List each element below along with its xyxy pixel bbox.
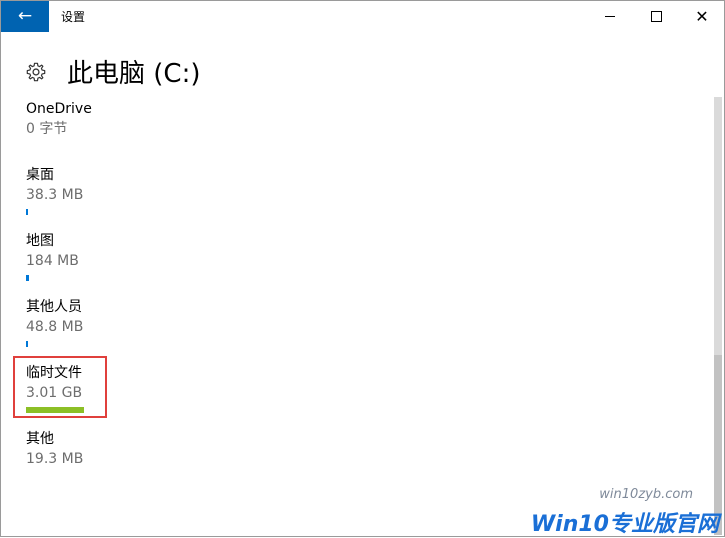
back-arrow-icon: ← bbox=[17, 6, 33, 26]
title-bar: ← 设置 ✕ bbox=[1, 1, 724, 32]
item-size: 38.3 MB bbox=[26, 187, 84, 203]
back-button[interactable]: ← bbox=[1, 1, 49, 32]
scrollbar[interactable] bbox=[714, 97, 722, 535]
maximize-button[interactable] bbox=[633, 1, 679, 32]
item-size: 19.3 MB bbox=[26, 451, 84, 467]
item-name: 桌面 bbox=[26, 167, 54, 183]
highlight-annotation bbox=[13, 356, 107, 418]
page-title: 此电脑 (C:) bbox=[67, 59, 201, 89]
close-button[interactable]: ✕ bbox=[679, 1, 724, 32]
usage-bar bbox=[26, 275, 84, 281]
item-name: 临时文件 bbox=[26, 365, 82, 381]
usage-bar bbox=[26, 209, 84, 215]
item-name: 其他 bbox=[26, 431, 54, 447]
item-name: 地图 bbox=[26, 233, 54, 249]
settings-window: ← 设置 ✕ 此电脑 (C:) OneDrive 0 字节 桌面 38.3 MB bbox=[0, 0, 725, 537]
item-size: 0 字节 bbox=[26, 121, 68, 137]
usage-bar-fill bbox=[26, 341, 28, 347]
gear-icon bbox=[26, 62, 46, 81]
minimize-button[interactable] bbox=[587, 1, 633, 32]
usage-bar bbox=[26, 341, 84, 347]
list-item-temp-files[interactable]: 临时文件 3.01 GB bbox=[26, 363, 676, 429]
list-item-desktop[interactable]: 桌面 38.3 MB bbox=[26, 165, 676, 231]
item-size: 48.8 MB bbox=[26, 319, 84, 335]
item-name: OneDrive bbox=[26, 101, 92, 117]
list-item-other[interactable]: 其他 19.3 MB bbox=[26, 429, 676, 495]
window-title: 设置 bbox=[61, 10, 86, 24]
item-size: 184 MB bbox=[26, 253, 79, 269]
storage-category-list: OneDrive 0 字节 桌面 38.3 MB 地图 184 MB 其他人员 … bbox=[26, 99, 676, 495]
item-size: 3.01 GB bbox=[26, 385, 83, 401]
watermark-domain: win10zyb.com bbox=[599, 487, 693, 502]
usage-bar-fill bbox=[26, 275, 29, 281]
minimize-icon bbox=[605, 16, 615, 17]
item-name: 其他人员 bbox=[26, 299, 82, 315]
list-item-other-people[interactable]: 其他人员 48.8 MB bbox=[26, 297, 676, 363]
list-item-maps[interactable]: 地图 184 MB bbox=[26, 231, 676, 297]
usage-bar-fill bbox=[26, 209, 28, 215]
close-icon: ✕ bbox=[695, 6, 709, 26]
maximize-icon bbox=[650, 11, 662, 22]
watermark-brand: Win10专业版官网 bbox=[530, 512, 719, 537]
page-header: 此电脑 (C:) bbox=[25, 53, 200, 90]
list-item-onedrive[interactable]: OneDrive 0 字节 bbox=[26, 99, 676, 165]
